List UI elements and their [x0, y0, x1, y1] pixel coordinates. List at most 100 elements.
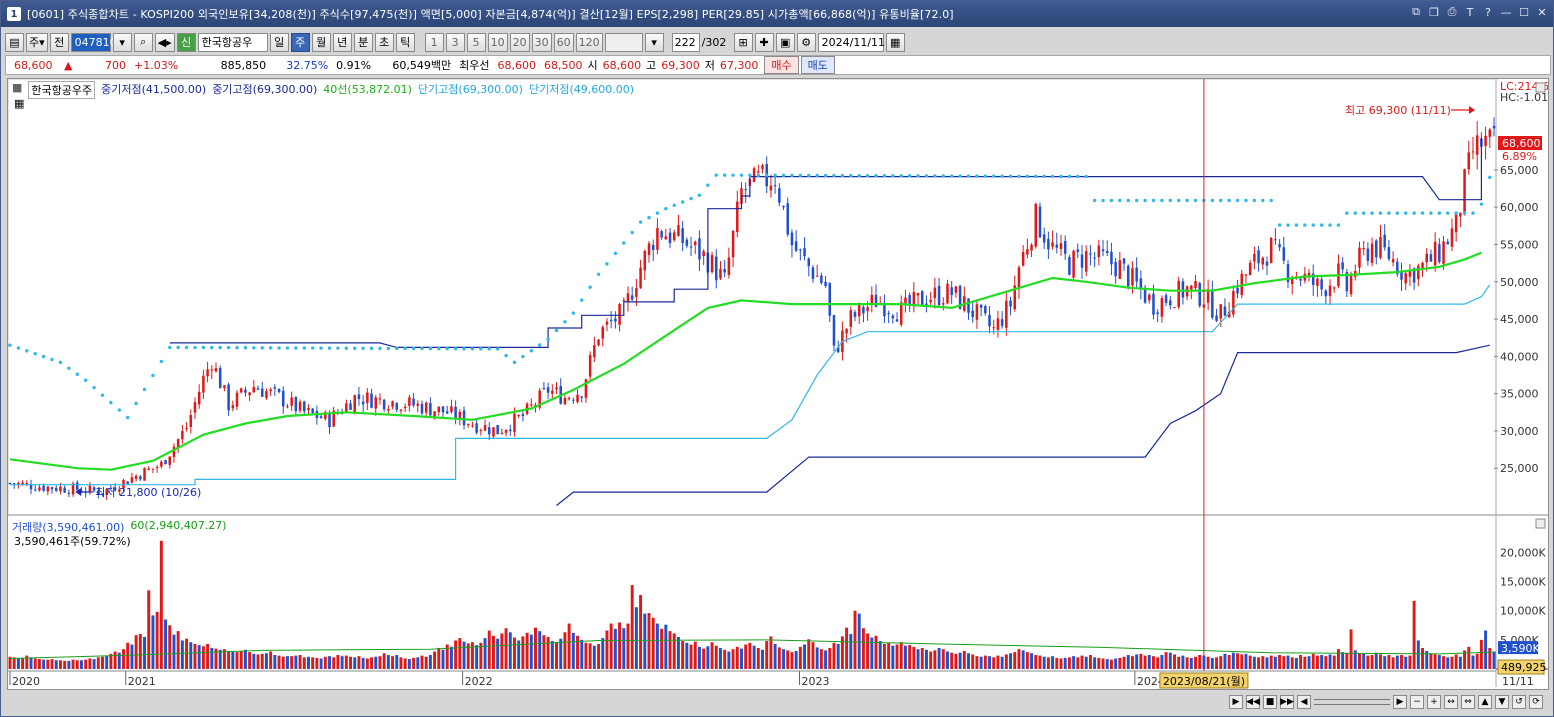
grid-table-icon[interactable]: ▦	[14, 97, 24, 110]
legend-mid-high[interactable]: 중기고점(69,300.00)	[212, 81, 317, 99]
volume-bar	[403, 658, 407, 669]
interval-30[interactable]: 30	[531, 32, 552, 52]
rewind-icon[interactable]: ◀◀	[1246, 695, 1260, 709]
volume-bar	[1437, 655, 1441, 669]
scroll-right-icon[interactable]: ▶	[1229, 695, 1243, 709]
volume-bar	[134, 635, 138, 669]
period-select[interactable]: 주 ▾	[26, 32, 48, 52]
volume-bar	[1000, 656, 1004, 669]
candle-body	[727, 257, 731, 275]
fit-icon[interactable]: ⇔	[1461, 695, 1475, 709]
sound-icon[interactable]: ◀▸	[154, 32, 175, 52]
volume-bar	[912, 646, 916, 669]
stop-icon[interactable]: ■	[1263, 695, 1277, 709]
refresh-icon[interactable]: ⟳	[1529, 695, 1543, 709]
quote-bar: 68,600 ▲ 700 +1.03% 885,850 32.75% 0.91%…	[5, 55, 1551, 75]
candle-body	[719, 268, 722, 279]
forward-icon[interactable]: ▶▶	[1280, 695, 1294, 709]
short-high-dot	[546, 337, 550, 341]
interval-5[interactable]: 5	[466, 32, 486, 52]
legend-mid-low[interactable]: 중기저점(41,500.00)	[101, 81, 206, 99]
legend-stock-name[interactable]: 한국항공우주	[28, 81, 96, 99]
crosshair-icon[interactable]: ✚	[754, 32, 774, 52]
window-number-icon[interactable]: 1	[7, 7, 21, 21]
period-month[interactable]: 월	[311, 32, 331, 52]
short-high-dot	[344, 346, 349, 350]
period-week[interactable]: 주	[290, 32, 310, 52]
candle-body	[54, 487, 58, 491]
zoom-icon[interactable]: ⊞	[733, 32, 753, 52]
stock-code-input[interactable]: 047810	[70, 32, 117, 52]
buy-button[interactable]: 매수	[764, 56, 799, 74]
volume-bar	[1147, 655, 1151, 669]
volume-bar	[563, 632, 567, 669]
minimize-icon[interactable]: —	[1499, 5, 1513, 19]
legend-short-low[interactable]: 단기저점(49,600.00)	[529, 81, 634, 99]
interval-60[interactable]: 60	[553, 32, 574, 52]
print-icon[interactable]: ⎙	[1445, 5, 1459, 19]
settings-icon[interactable]: ⚙	[796, 32, 816, 52]
calendar-icon[interactable]: ▦	[885, 32, 905, 52]
short-high-dot	[588, 285, 592, 289]
volume-bar	[1244, 653, 1248, 669]
candle-body	[946, 283, 949, 304]
all-button[interactable]: 전	[49, 32, 69, 52]
help-icon[interactable]: ?	[1481, 5, 1495, 19]
short-high-dot	[840, 173, 845, 178]
period-day[interactable]: 일	[269, 32, 289, 52]
legend-short-high[interactable]: 단기고점(69,300.00)	[418, 81, 523, 99]
stretch-icon[interactable]: ↔	[1444, 695, 1458, 709]
candle-body	[845, 329, 848, 334]
interval-20[interactable]: 20	[509, 32, 530, 52]
date-input[interactable]: 2024/11/11	[817, 32, 885, 52]
volume-bar	[655, 623, 659, 669]
interval-dropdown-icon[interactable]: ▾	[644, 32, 664, 52]
legend-ma40[interactable]: 40선(53,872.01)	[323, 81, 412, 99]
candle-body	[1223, 306, 1227, 316]
volume-legend-ma60[interactable]: 60(2,940,407.27)	[130, 519, 226, 535]
period-minute[interactable]: 분	[353, 32, 373, 52]
short-high-dot	[865, 173, 870, 178]
interval-1[interactable]: 1	[424, 32, 444, 52]
volume-bar	[693, 641, 697, 669]
zoom-slider[interactable]	[1314, 699, 1390, 705]
copy-icon[interactable]: ❐	[1427, 5, 1441, 19]
scroll-left-icon[interactable]: ◀	[1297, 695, 1311, 709]
interval-3[interactable]: 3	[445, 32, 465, 52]
reset-icon[interactable]: ↺	[1512, 695, 1526, 709]
volume-bar	[1059, 658, 1063, 669]
candle-body	[790, 232, 794, 246]
interval-120[interactable]: 120	[575, 32, 603, 52]
short-high-dot	[83, 378, 88, 382]
close-icon[interactable]: ✕	[1535, 5, 1549, 19]
slider-right-icon[interactable]: ▶	[1393, 695, 1407, 709]
stock-name-field[interactable]: 한국항공우	[197, 32, 268, 52]
up-icon[interactable]: ▲	[1478, 695, 1492, 709]
link-icon[interactable]: ⧉	[1409, 5, 1423, 19]
down-icon[interactable]: ▼	[1495, 695, 1509, 709]
volume-bar	[597, 643, 601, 669]
price-axis-label: 40,000	[1500, 350, 1539, 363]
candle-body	[668, 232, 672, 244]
count-input[interactable]: 222	[671, 32, 700, 52]
save-icon[interactable]: ▣	[775, 32, 795, 52]
period-second[interactable]: 초	[374, 32, 394, 52]
plus-icon[interactable]: +	[1427, 695, 1441, 709]
font-icon[interactable]: T	[1463, 5, 1477, 19]
layout-icon[interactable]: ▤	[5, 32, 24, 52]
interval-custom-input[interactable]	[604, 32, 643, 52]
short-high-dot	[697, 193, 702, 197]
candle-body	[950, 287, 953, 296]
period-year[interactable]: 년	[332, 32, 352, 52]
volume-bar	[1231, 652, 1235, 669]
sell-button[interactable]: 매도	[800, 56, 835, 74]
interval-10[interactable]: 10	[487, 32, 508, 52]
price-chart-svg[interactable]: 65,000 60,000 55,000 50,000 45,000 40,000 35,0…	[8, 79, 1548, 689]
code-dropdown-icon[interactable]: ▾	[112, 32, 132, 52]
chart-area[interactable]: 65,000 60,000 55,000 50,000 45,000 40,000 35,0…	[7, 78, 1549, 690]
search-icon[interactable]: ⌕	[133, 32, 153, 52]
short-high-dot	[706, 183, 710, 187]
minus-icon[interactable]: −	[1410, 695, 1424, 709]
maximize-icon[interactable]: ☐	[1517, 5, 1531, 19]
period-tick[interactable]: 틱	[395, 32, 415, 52]
